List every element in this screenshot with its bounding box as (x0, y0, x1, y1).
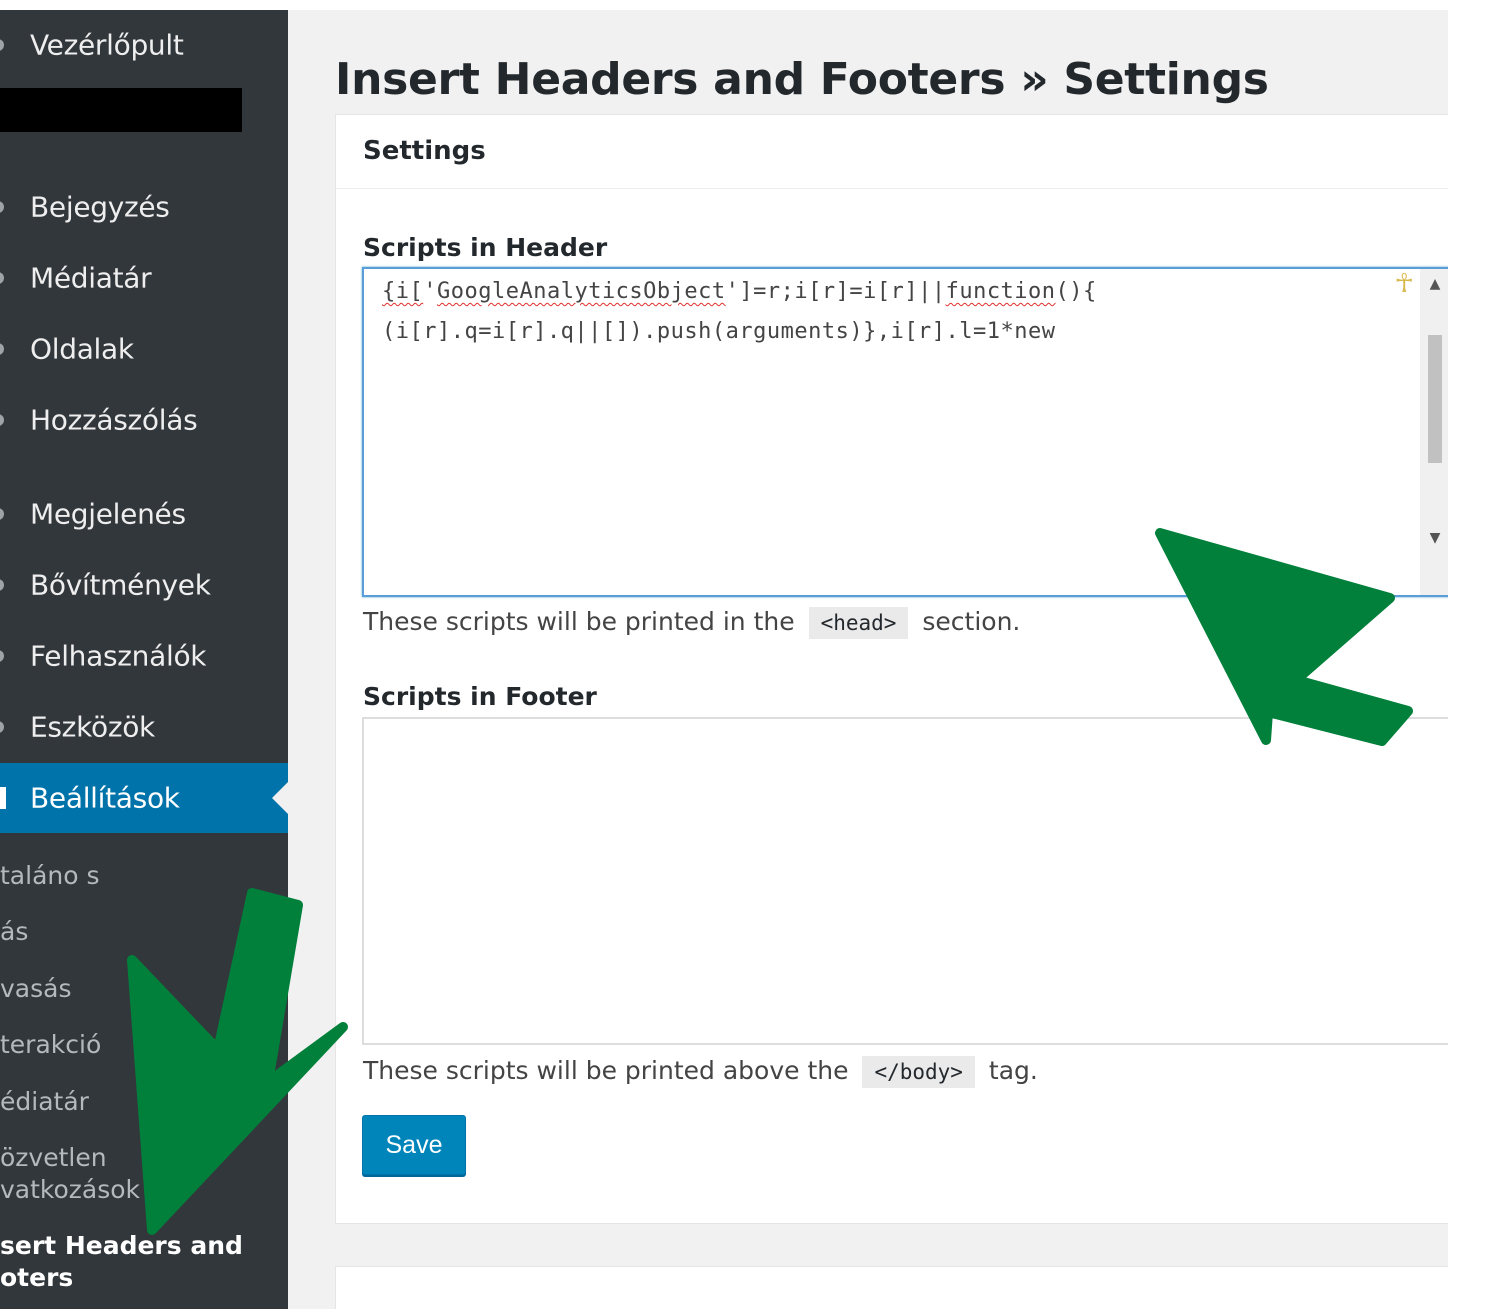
sidebar-item-tools[interactable]: Eszközök (0, 692, 288, 762)
footer-help-text: These scripts will be printed above the … (363, 1056, 1038, 1088)
plugin-icon (0, 579, 4, 591)
help-text-post: section. (922, 607, 1021, 636)
panel-title: Settings (363, 136, 486, 166)
sidebar-item-label: Bővítmények (30, 568, 211, 602)
header-scripts-label: Scripts in Header (363, 233, 608, 262)
submenu-item-media[interactable]: édiatár (0, 1086, 288, 1118)
header-scripts-textarea[interactable]: {i['GoogleAnalyticsObject']=r;i[r]=i[r]|… (362, 267, 1448, 597)
sidebar-item-settings[interactable]: Beállítások (0, 763, 288, 833)
header-help-text: These scripts will be printed in the <he… (363, 607, 1020, 639)
sidebar-item-label: Oldalak (30, 332, 134, 366)
sidebar-item-label: Bejegyzés (30, 190, 170, 224)
help-text-pre: These scripts will be printed in the (363, 607, 795, 636)
scroll-down-icon[interactable]: ▼ (1428, 529, 1442, 547)
submenu-item-permalinks-line2[interactable]: vatkozások (0, 1174, 288, 1206)
right-margin (1448, 0, 1487, 1309)
resize-grip-icon: ☥ (1394, 269, 1414, 299)
second-panel (335, 1266, 1448, 1309)
redacted-block (0, 88, 242, 132)
media-icon (0, 272, 4, 284)
scrollbar[interactable]: ▲ ▼ (1420, 269, 1448, 595)
sidebar-item-label: Beállítások (30, 781, 180, 815)
settings-icon (0, 787, 6, 809)
sidebar-item-pages[interactable]: Oldalak (0, 314, 288, 384)
active-notch (272, 782, 288, 814)
code-text: (i[r].q=i[r].q||[]).push(arguments)},i[r… (382, 319, 1056, 344)
page-title: Insert Headers and Footers » Settings (335, 54, 1269, 106)
sidebar-item-label: Hozzászólás (30, 403, 198, 437)
sidebar-item-comments[interactable]: Hozzászólás (0, 385, 288, 455)
sidebar-item-label: Eszközök (30, 710, 155, 744)
submenu-item-insert-headers-line1[interactable]: sert Headers and (0, 1230, 288, 1262)
scrollbar-thumb[interactable] (1428, 335, 1442, 463)
submenu-item-reading[interactable]: vasás (0, 973, 288, 1005)
sidebar-item-label: Megjelenés (30, 497, 186, 531)
head-tag-code: <head> (808, 607, 909, 639)
submenu-item-discussion[interactable]: terakció (0, 1029, 288, 1061)
sidebar-item-label: Vezérlőpult (30, 28, 184, 62)
settings-panel: Settings Scripts in Header {i['GoogleAna… (335, 114, 1448, 1224)
brush-icon (0, 508, 4, 520)
sidebar-item-users[interactable]: Felhasználók (0, 621, 288, 691)
top-strip (0, 0, 1487, 10)
submenu-item-permalinks-line1[interactable]: özvetlen (0, 1142, 288, 1174)
panel-header: Settings (336, 115, 1448, 189)
sidebar-item-dashboard[interactable]: Vezérlőpult (0, 10, 288, 80)
submenu-item-writing[interactable]: ás (0, 916, 288, 948)
footer-scripts-textarea[interactable] (362, 717, 1448, 1045)
body-tag-code: </body> (862, 1056, 975, 1088)
pin-icon (0, 201, 4, 213)
footer-scripts-label: Scripts in Footer (363, 682, 597, 711)
comment-icon (0, 414, 4, 426)
page-icon (0, 343, 4, 355)
code-line: (i[r].q=i[r].q||[]).push(arguments)},i[r… (382, 319, 1056, 344)
admin-sidebar: Vezérlőpult Bejegyzés Médiatár Oldalak H… (0, 10, 288, 1309)
submenu-item-general[interactable]: taláno s (0, 860, 288, 892)
sidebar-item-label: Médiatár (30, 261, 152, 295)
code-line: {i['GoogleAnalyticsObject']=r;i[r]=i[r]|… (382, 279, 1097, 304)
submenu-item-insert-headers-line2[interactable]: oters (0, 1262, 288, 1294)
sidebar-item-posts[interactable]: Bejegyzés (0, 172, 288, 242)
sidebar-item-media[interactable]: Médiatár (0, 243, 288, 313)
code-text: {i['GoogleAnalyticsObject']=r;i[r]=i[r]|… (382, 279, 1097, 304)
main-content: Insert Headers and Footers » Settings Se… (288, 10, 1448, 1309)
sidebar-item-plugins[interactable]: Bővítmények (0, 550, 288, 620)
help-text-pre: These scripts will be printed above the (363, 1056, 849, 1085)
scroll-up-icon[interactable]: ▲ (1428, 275, 1442, 293)
sidebar-item-label: Felhasználók (30, 639, 207, 673)
users-icon (0, 650, 4, 662)
dashboard-icon (0, 39, 4, 51)
sidebar-item-appearance[interactable]: Megjelenés (0, 479, 288, 549)
save-button[interactable]: Save (362, 1115, 466, 1175)
wrench-icon (0, 721, 4, 733)
help-text-post: tag. (988, 1056, 1038, 1085)
